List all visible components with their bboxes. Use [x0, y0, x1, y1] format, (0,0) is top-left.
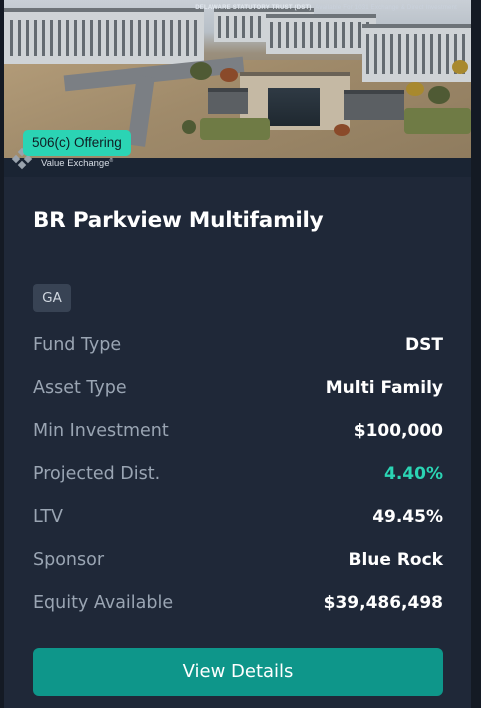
detail-row-asset-type: Asset Type Multi Family [33, 378, 443, 404]
photo-tree [452, 60, 468, 74]
photo-clubhouse-glass [268, 88, 320, 126]
detail-value-highlight: 4.40% [384, 464, 443, 484]
detail-row-sponsor: Sponsor Blue Rock [33, 550, 443, 576]
photo-windows [10, 20, 198, 56]
brand-name-text: Value Exchange [41, 158, 110, 170]
detail-value: Blue Rock [348, 550, 444, 570]
photo-tree [220, 68, 238, 82]
banner-label: DELAWARE STATUTORY TRUST (DST) [195, 5, 312, 11]
detail-value: $39,486,498 [323, 593, 443, 613]
listing-title[interactable]: BR Parkview Multifamily [33, 208, 324, 233]
detail-value: $100,000 [353, 421, 443, 441]
detail-row-projected-dist: Projected Dist. 4.40% [33, 464, 443, 490]
photo-lawn [404, 108, 471, 134]
detail-row-ltv: LTV 49.45% [33, 507, 443, 533]
photo-windows [270, 22, 372, 48]
photo-annex [208, 88, 248, 114]
offering-badge: 506(c) Offering [23, 130, 131, 156]
detail-row-equity-available: Equity Available $39,486,498 [33, 593, 443, 619]
detail-label: LTV [33, 507, 64, 527]
photo-lawn [200, 118, 270, 140]
listing-card[interactable]: DELAWARE STATUTORY TRUST (DST) Available… [4, 0, 471, 708]
photo-windows [366, 34, 466, 74]
photo-tree [428, 86, 450, 104]
photo-tree [334, 124, 350, 136]
detail-label: Asset Type [33, 378, 127, 398]
banner-text: DELAWARE STATUTORY TRUST (DST) Available… [195, 5, 457, 11]
detail-row-min-investment: Min Investment $100,000 [33, 421, 443, 447]
detail-label: Sponsor [33, 550, 105, 570]
photo-tree [190, 62, 212, 80]
view-details-button[interactable]: View Details [33, 648, 443, 696]
photo-tree [406, 82, 424, 96]
detail-value: Multi Family [325, 378, 443, 398]
property-photo[interactable]: DELAWARE STATUTORY TRUST (DST) Available… [4, 0, 471, 177]
detail-label: Equity Available [33, 593, 174, 613]
photo-tree [182, 120, 196, 134]
detail-label: Fund Type [33, 335, 122, 355]
state-tag: GA [33, 284, 71, 312]
banner-note: Available For 1031 Exchange & Direct Inv… [315, 5, 457, 11]
photo-annex [344, 90, 404, 120]
detail-value: DST [405, 335, 443, 355]
detail-value: 49.45% [372, 507, 443, 527]
brand-trademark: ® [109, 158, 114, 164]
detail-label: Projected Dist. [33, 464, 161, 484]
detail-label: Min Investment [33, 421, 169, 441]
brand-name: Value Exchange® [41, 158, 113, 169]
detail-row-fund-type: Fund Type DST [33, 335, 443, 361]
